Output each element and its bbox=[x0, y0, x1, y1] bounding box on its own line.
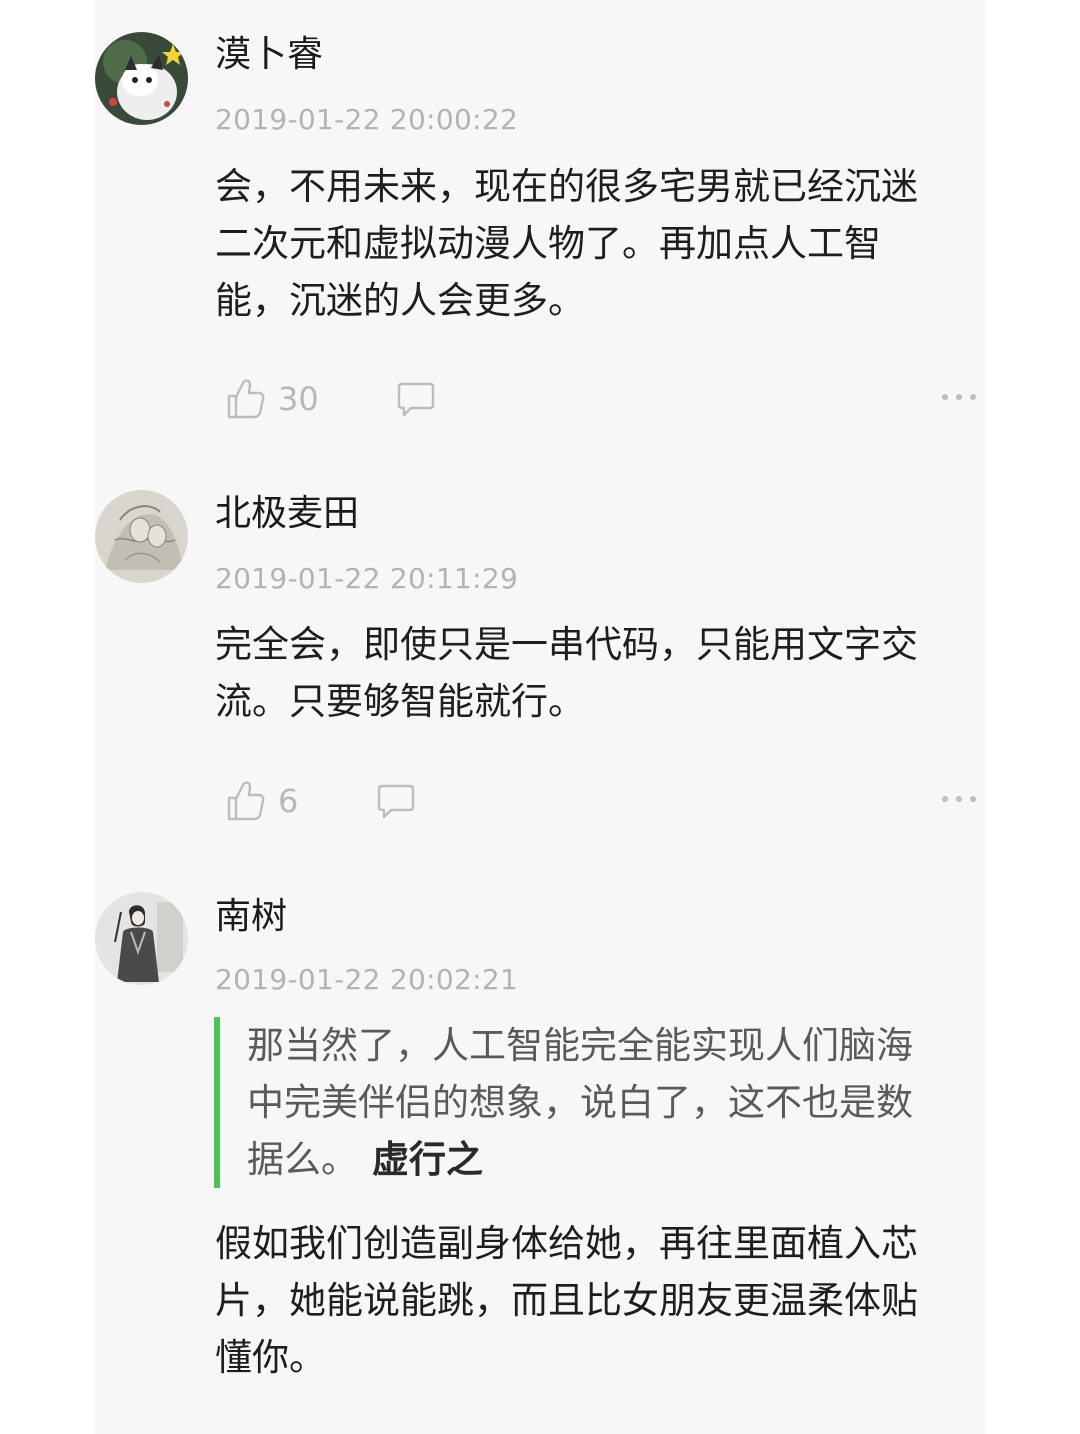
username[interactable]: 南树 bbox=[215, 895, 287, 939]
comment-actions: 30 bbox=[0, 376, 1080, 426]
comment-text-line: 假如我们创造副身体给她，再往里面植入芯 bbox=[215, 1222, 918, 1265]
thumbs-up-icon[interactable] bbox=[225, 378, 265, 420]
speech-bubble-icon[interactable] bbox=[376, 782, 416, 820]
timestamp: 2019-01-22 20:00:22 bbox=[215, 103, 519, 136]
more-dots-icon[interactable] bbox=[940, 792, 978, 806]
comment-text: 会，不用未来，现在的很多宅男就已经沉迷 二次元和虚拟动漫人物了。再加点人工智 能… bbox=[215, 158, 965, 329]
comment-text-line: 二次元和虚拟动漫人物了。再加点人工智 bbox=[215, 222, 881, 265]
like-count: 30 bbox=[278, 380, 319, 418]
cat-avatar-icon[interactable] bbox=[95, 32, 188, 125]
comment-text: 完全会，即使只是一串代码，只能用文字交 流。只要够智能就行。 bbox=[215, 616, 965, 730]
comment-text-line: 懂你。 bbox=[215, 1336, 326, 1379]
comment-text-line: 流。只要够智能就行。 bbox=[215, 680, 585, 723]
more-dots-icon[interactable] bbox=[940, 390, 978, 404]
comment-text-line: 会，不用未来，现在的很多宅男就已经沉迷 bbox=[215, 165, 918, 208]
quoted-author[interactable]: 虚行之 bbox=[372, 1138, 483, 1181]
timestamp: 2019-01-22 20:11:29 bbox=[215, 562, 519, 595]
speech-bubble-icon[interactable] bbox=[396, 380, 436, 418]
quoted-text-line-last: 据么。 虚行之 bbox=[247, 1138, 483, 1181]
thumbs-up-icon[interactable] bbox=[225, 780, 265, 822]
comment-actions: 6 bbox=[0, 778, 1080, 828]
illustration-avatar-icon[interactable] bbox=[95, 892, 188, 985]
quoted-text-line: 那当然了，人工智能完全能实现人们脑海 bbox=[247, 1024, 913, 1067]
comment-text-line: 完全会，即使只是一串代码，只能用文字交 bbox=[215, 623, 918, 666]
quoted-text: 那当然了，人工智能完全能实现人们脑海 中完美伴侣的想象，说白了，这不也是数 据么… bbox=[247, 1017, 964, 1188]
comment-text: 假如我们创造副身体给她，再往里面植入芯 片，她能说能跳，而且比女朋友更温柔体贴 … bbox=[215, 1215, 965, 1386]
username[interactable]: 北极麦田 bbox=[215, 492, 359, 536]
comment-text-line: 能，沉迷的人会更多。 bbox=[215, 279, 585, 322]
quoted-text-line: 中完美伴侣的想象，说白了，这不也是数 bbox=[247, 1081, 913, 1124]
timestamp: 2019-01-22 20:02:21 bbox=[215, 963, 519, 996]
quoted-reply: 那当然了，人工智能完全能实现人们脑海 中完美伴侣的想象，说白了，这不也是数 据么… bbox=[214, 1017, 964, 1188]
sketch-avatar-icon[interactable] bbox=[95, 490, 188, 583]
comment-text-line: 片，她能说能跳，而且比女朋友更温柔体贴 bbox=[215, 1279, 918, 1322]
username[interactable]: 漠卜睿 bbox=[215, 33, 323, 77]
like-count: 6 bbox=[278, 782, 299, 820]
